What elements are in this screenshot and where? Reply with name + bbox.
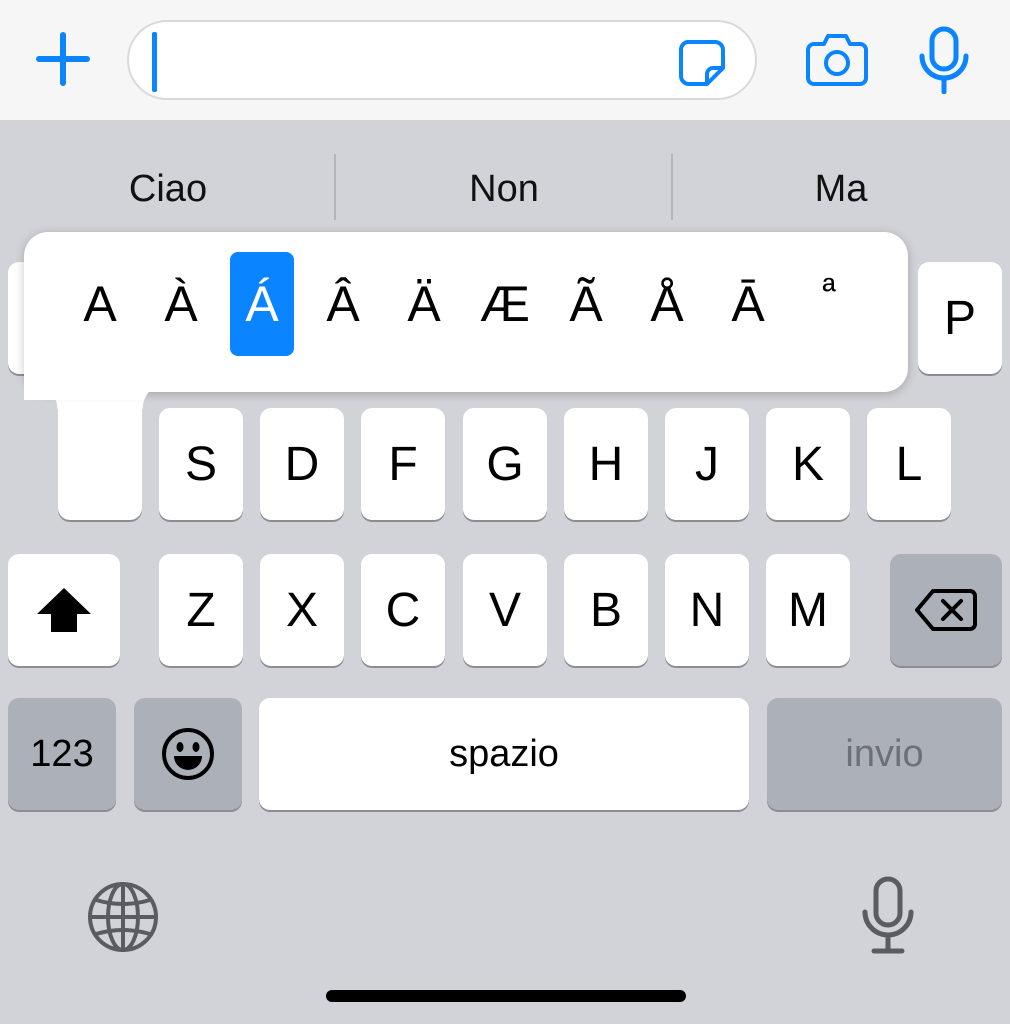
accent-option[interactable]: Ã <box>554 252 618 356</box>
accent-option[interactable]: ª <box>797 252 861 356</box>
microphone-icon[interactable] <box>860 876 916 956</box>
emoji-icon <box>162 728 214 780</box>
key-x[interactable]: X <box>260 554 344 666</box>
key-v[interactable]: V <box>463 554 547 666</box>
microphone-icon[interactable] <box>918 26 970 94</box>
key-k[interactable]: K <box>766 408 850 520</box>
space-key[interactable]: spazio <box>259 698 749 810</box>
compose-bar <box>0 0 1010 120</box>
key-c[interactable]: C <box>361 554 445 666</box>
shift-icon <box>37 588 91 632</box>
accent-option[interactable]: Å <box>635 252 699 356</box>
key-l[interactable]: L <box>867 408 951 520</box>
popup-stem-curve <box>142 380 172 410</box>
suggestion-2[interactable]: Non <box>336 134 672 244</box>
accent-option[interactable]: Â <box>311 252 375 356</box>
key-n[interactable]: N <box>665 554 749 666</box>
key-z[interactable]: Z <box>159 554 243 666</box>
suggestion-3[interactable]: Ma <box>672 134 1010 244</box>
sticker-icon[interactable] <box>677 38 727 88</box>
key-h[interactable]: H <box>564 408 648 520</box>
accent-option[interactable]: Ā <box>716 252 780 356</box>
accent-option[interactable]: Æ <box>473 252 537 356</box>
key-b[interactable]: B <box>564 554 648 666</box>
message-input[interactable] <box>127 20 757 100</box>
key-s[interactable]: S <box>159 408 243 520</box>
key-m[interactable]: M <box>766 554 850 666</box>
accent-option[interactable]: Ä <box>392 252 456 356</box>
camera-icon[interactable] <box>806 32 868 86</box>
text-caret <box>152 32 157 92</box>
key-j[interactable]: J <box>665 408 749 520</box>
accent-option[interactable]: A <box>68 252 132 356</box>
key-p[interactable]: P <box>918 262 1002 374</box>
emoji-key[interactable] <box>134 698 242 810</box>
numbers-key[interactable]: 123 <box>8 698 116 810</box>
globe-icon[interactable] <box>86 880 160 954</box>
delete-icon <box>915 589 977 631</box>
key-g[interactable]: G <box>463 408 547 520</box>
key-d[interactable]: D <box>260 408 344 520</box>
key-f[interactable]: F <box>361 408 445 520</box>
shift-key[interactable] <box>8 554 120 666</box>
return-key[interactable]: invio <box>767 698 1002 810</box>
home-indicator <box>326 990 686 1002</box>
accent-option[interactable]: À <box>149 252 213 356</box>
suggestion-1[interactable]: Ciao <box>0 134 336 244</box>
delete-key[interactable] <box>890 554 1002 666</box>
accent-option-selected[interactable]: Á <box>230 252 294 356</box>
popup-stem-curve <box>28 380 58 410</box>
plus-icon[interactable] <box>34 30 92 88</box>
popup-stem <box>58 380 142 520</box>
